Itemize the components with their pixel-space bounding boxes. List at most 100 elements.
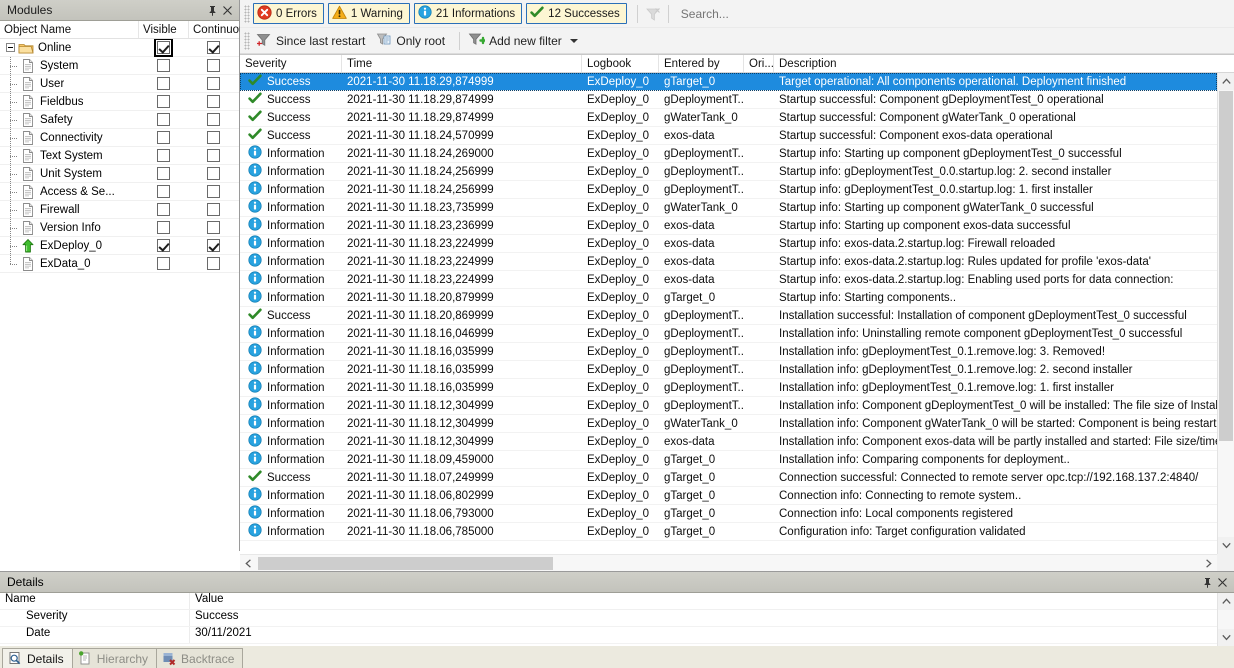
visible-checkbox[interactable]	[156, 221, 170, 234]
collapse-expander-icon[interactable]	[6, 43, 15, 52]
log-row[interactable]: Information 2021-11-30 11.18.12,304999 ExD…	[240, 397, 1217, 415]
log-row[interactable]: Information 2021-11-30 11.18.23,236999 ExD…	[240, 217, 1217, 235]
log-row[interactable]: Information 2021-11-30 11.18.24,256999 ExD…	[240, 181, 1217, 199]
scroll-right-button[interactable]	[1200, 555, 1217, 572]
details-pin-icon[interactable]	[1200, 575, 1215, 590]
log-row[interactable]: Information 2021-11-30 11.18.09,459000 ExD…	[240, 451, 1217, 469]
tree-item-access-se[interactable]: Access & Se...	[0, 182, 239, 201]
grid-scroll-thumb[interactable]	[1219, 91, 1233, 441]
log-row[interactable]: Information 2021-11-30 11.18.24,269000 ExD…	[240, 145, 1217, 163]
filter-since-last-restart[interactable]: Since last restart	[253, 31, 373, 51]
log-row[interactable]: Information 2021-11-30 11.18.06,785000 ExD…	[240, 523, 1217, 541]
log-row[interactable]: Success 2021-11-30 11.18.20,869999 ExDeplo…	[240, 307, 1217, 325]
continuous-checkbox[interactable]	[207, 203, 220, 216]
visible-checkbox[interactable]	[156, 131, 170, 144]
column-header-object-name[interactable]: Object Name	[0, 21, 138, 38]
tab-hierarchy[interactable]: Hierarchy	[71, 648, 158, 668]
log-row[interactable]: Success 2021-11-30 11.18.07,249999 ExDeplo…	[240, 469, 1217, 487]
column-header-logbook[interactable]: Logbook	[582, 55, 659, 72]
tree-item-connectivity[interactable]: Connectivity	[0, 128, 239, 147]
grid-vertical-scrollbar[interactable]	[1217, 73, 1234, 554]
column-header-visible[interactable]: Visible	[138, 21, 188, 38]
details-column-header-name[interactable]: Name	[0, 593, 190, 609]
log-row[interactable]: Success 2021-11-30 11.18.29,874999 ExDeplo…	[240, 91, 1217, 109]
log-row[interactable]: Information 2021-11-30 11.18.23,224999 ExD…	[240, 235, 1217, 253]
details-vertical-scrollbar[interactable]	[1217, 593, 1234, 646]
visible-checkbox[interactable]	[156, 185, 170, 198]
tree-item-version-info[interactable]: Version Info	[0, 218, 239, 237]
chevron-down-icon[interactable]	[569, 38, 578, 43]
clear-filter-icon[interactable]	[644, 5, 662, 23]
tree-item-text-system[interactable]: Text System	[0, 146, 239, 165]
column-header-entered-by[interactable]: Entered by	[659, 55, 744, 72]
tree-item-fieldbus[interactable]: Fieldbus	[0, 92, 239, 111]
scroll-up-button[interactable]	[1218, 73, 1234, 90]
toolbar-grip-icon[interactable]	[244, 4, 250, 23]
log-row[interactable]: Information 2021-11-30 11.18.16,035999 ExD…	[240, 343, 1217, 361]
tree-item-exdata-0[interactable]: ExData_0	[0, 254, 239, 273]
details-row[interactable]: Date 30/11/2021	[0, 627, 1234, 644]
visible-checkbox-online[interactable]	[153, 39, 173, 57]
details-row[interactable]: Severity Success	[0, 610, 1234, 627]
tree-item-unit-system[interactable]: Unit System	[0, 164, 239, 183]
log-row[interactable]: Success 2021-11-30 11.18.29,874999 ExDeplo…	[240, 73, 1217, 91]
continuous-checkbox[interactable]	[207, 257, 220, 270]
log-row[interactable]: Information 2021-11-30 11.18.23,735999 ExD…	[240, 199, 1217, 217]
visible-checkbox[interactable]	[156, 77, 170, 90]
details-scroll-up-button[interactable]	[1218, 593, 1234, 610]
log-row[interactable]: Information 2021-11-30 11.18.06,793000 ExD…	[240, 505, 1217, 523]
log-row[interactable]: Success 2021-11-30 11.18.24,570999 ExDeplo…	[240, 127, 1217, 145]
search-input[interactable]	[680, 6, 1234, 21]
continuous-checkbox-online[interactable]	[207, 41, 220, 54]
filter-button-warning[interactable]: 1 Warning	[327, 3, 410, 24]
scroll-left-button[interactable]	[240, 555, 257, 572]
log-row[interactable]: Information 2021-11-30 11.18.16,046999 ExD…	[240, 325, 1217, 343]
details-column-header-value[interactable]: Value	[190, 593, 1234, 609]
continuous-checkbox[interactable]	[207, 59, 220, 72]
filter-button-error[interactable]: 0 Errors	[253, 3, 324, 24]
log-row[interactable]: Information 2021-11-30 11.18.24,256999 ExD…	[240, 163, 1217, 181]
filter-button-information[interactable]: 21 Informations	[413, 3, 523, 24]
details-close-icon[interactable]	[1215, 575, 1230, 590]
details-scroll-down-button[interactable]	[1218, 629, 1234, 646]
log-row[interactable]: Information 2021-11-30 11.18.16,035999 ExD…	[240, 361, 1217, 379]
visible-checkbox[interactable]	[156, 257, 170, 270]
visible-checkbox[interactable]	[156, 149, 170, 162]
visible-checkbox[interactable]	[156, 95, 170, 108]
close-icon[interactable]	[220, 3, 235, 18]
tree-item-exdeploy-0[interactable]: ExDeploy_0	[0, 236, 239, 255]
continuous-checkbox[interactable]	[207, 221, 220, 234]
search-box[interactable]	[674, 3, 1234, 24]
column-header-origin[interactable]: Ori...	[744, 55, 774, 72]
tree-item-firewall[interactable]: Firewall	[0, 200, 239, 219]
tree-item-online[interactable]: Online	[0, 39, 239, 57]
pin-icon[interactable]	[205, 3, 220, 18]
filter-button-success[interactable]: 12 Successes	[526, 3, 627, 24]
log-row[interactable]: Information 2021-11-30 11.18.12,304999 ExD…	[240, 415, 1217, 433]
visible-checkbox[interactable]	[156, 167, 170, 180]
filter-toolbar-grip-icon[interactable]	[244, 31, 250, 50]
visible-checkbox[interactable]	[156, 239, 170, 252]
tree-item-user[interactable]: User	[0, 74, 239, 93]
log-row[interactable]: Information 2021-11-30 11.18.12,304999 ExD…	[240, 433, 1217, 451]
tree-item-safety[interactable]: Safety	[0, 110, 239, 129]
column-header-description[interactable]: Description	[774, 55, 1234, 72]
log-row[interactable]: Information 2021-11-30 11.18.23,224999 ExD…	[240, 253, 1217, 271]
column-header-time[interactable]: Time	[342, 55, 582, 72]
continuous-checkbox[interactable]	[207, 239, 220, 252]
continuous-checkbox[interactable]	[207, 131, 220, 144]
continuous-checkbox[interactable]	[207, 167, 220, 180]
log-row[interactable]: Information 2021-11-30 11.18.23,224999 ExD…	[240, 271, 1217, 289]
continuous-checkbox[interactable]	[207, 113, 220, 126]
continuous-checkbox[interactable]	[207, 77, 220, 90]
scroll-down-button[interactable]	[1218, 537, 1234, 554]
column-header-severity[interactable]: Severity	[240, 55, 342, 72]
visible-checkbox[interactable]	[156, 113, 170, 126]
log-row[interactable]: Success 2021-11-30 11.18.29,874999 ExDeplo…	[240, 109, 1217, 127]
grid-hscroll-thumb[interactable]	[258, 557, 553, 570]
log-row[interactable]: Information 2021-11-30 11.18.20,879999 ExD…	[240, 289, 1217, 307]
continuous-checkbox[interactable]	[207, 95, 220, 108]
log-row[interactable]: Information 2021-11-30 11.18.06,802999 ExD…	[240, 487, 1217, 505]
tab-backtrace[interactable]: Backtrace	[156, 648, 244, 668]
visible-checkbox[interactable]	[156, 59, 170, 72]
